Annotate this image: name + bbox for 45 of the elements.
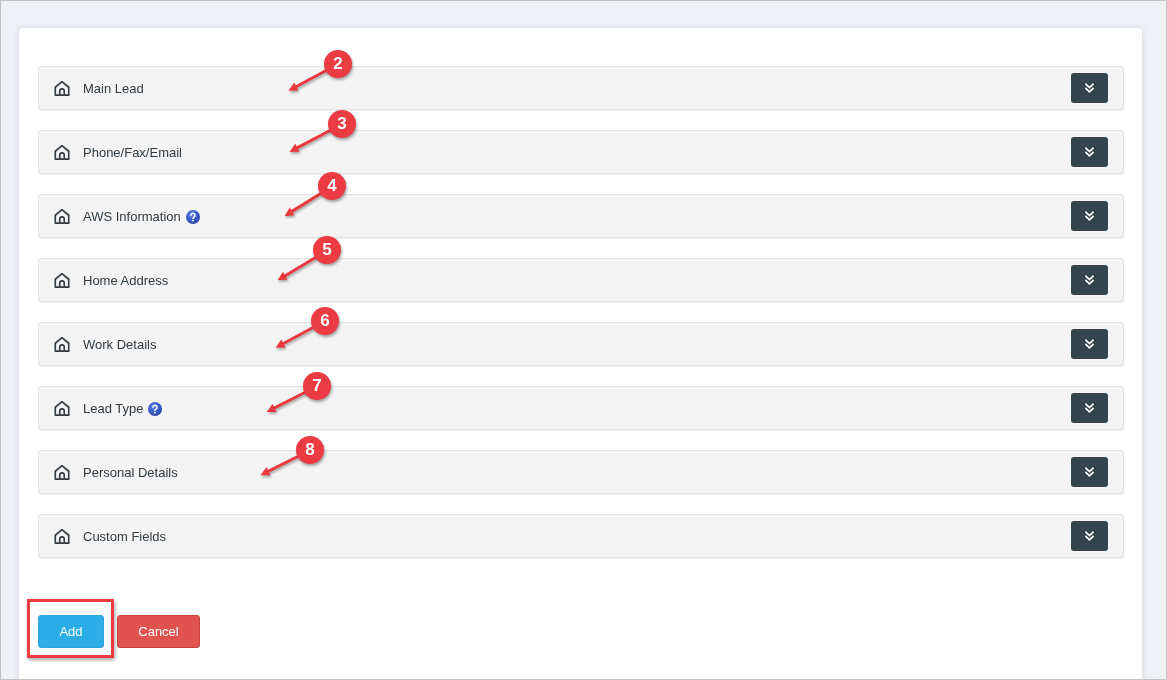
house-icon [54, 80, 70, 96]
section-title: Personal Details [83, 464, 178, 480]
expand-button[interactable] [1071, 201, 1108, 231]
chevrons-down-icon [1085, 211, 1094, 221]
callout-number: 7 [303, 372, 331, 400]
add-button[interactable]: Add [38, 615, 104, 648]
callout-arrow [275, 325, 316, 348]
house-icon [54, 400, 70, 416]
callout-arrow [288, 68, 329, 91]
chevrons-down-icon [1085, 83, 1094, 93]
chevrons-down-icon [1085, 467, 1094, 477]
expand-button[interactable] [1071, 393, 1108, 423]
callout-number: 5 [313, 236, 341, 264]
chevrons-down-icon [1085, 403, 1094, 413]
house-icon [54, 208, 70, 224]
house-icon [54, 272, 70, 288]
chevrons-down-icon [1085, 147, 1094, 157]
chevrons-down-icon [1085, 339, 1094, 349]
house-icon [54, 528, 70, 544]
expand-button[interactable] [1071, 265, 1108, 295]
callout-number: 8 [296, 436, 324, 464]
section-title: Phone/Fax/Email [83, 144, 182, 160]
expand-button[interactable] [1071, 457, 1108, 487]
section-title: Lead Type [83, 400, 144, 416]
expand-button[interactable] [1071, 137, 1108, 167]
section-title: AWS Information [83, 208, 181, 224]
house-icon [54, 464, 70, 480]
callout-number: 3 [328, 110, 356, 138]
callout-number: 2 [324, 50, 352, 78]
section-title: Work Details [83, 336, 157, 352]
callout-number: 4 [318, 172, 346, 200]
cancel-button[interactable]: Cancel [117, 615, 200, 648]
expand-button[interactable] [1071, 521, 1108, 551]
expand-button[interactable] [1071, 73, 1108, 103]
section-title: Custom Fields [83, 528, 167, 544]
chevrons-down-icon [1085, 275, 1094, 285]
section-title: Home Address [83, 272, 169, 288]
house-icon [54, 336, 70, 352]
section-title: Main Lead [83, 80, 144, 96]
house-icon [54, 144, 70, 160]
help-icon[interactable] [148, 402, 163, 416]
help-icon[interactable] [185, 210, 200, 224]
callout-number: 6 [311, 307, 339, 335]
chevrons-down-icon [1085, 531, 1094, 541]
expand-button[interactable] [1071, 329, 1108, 359]
